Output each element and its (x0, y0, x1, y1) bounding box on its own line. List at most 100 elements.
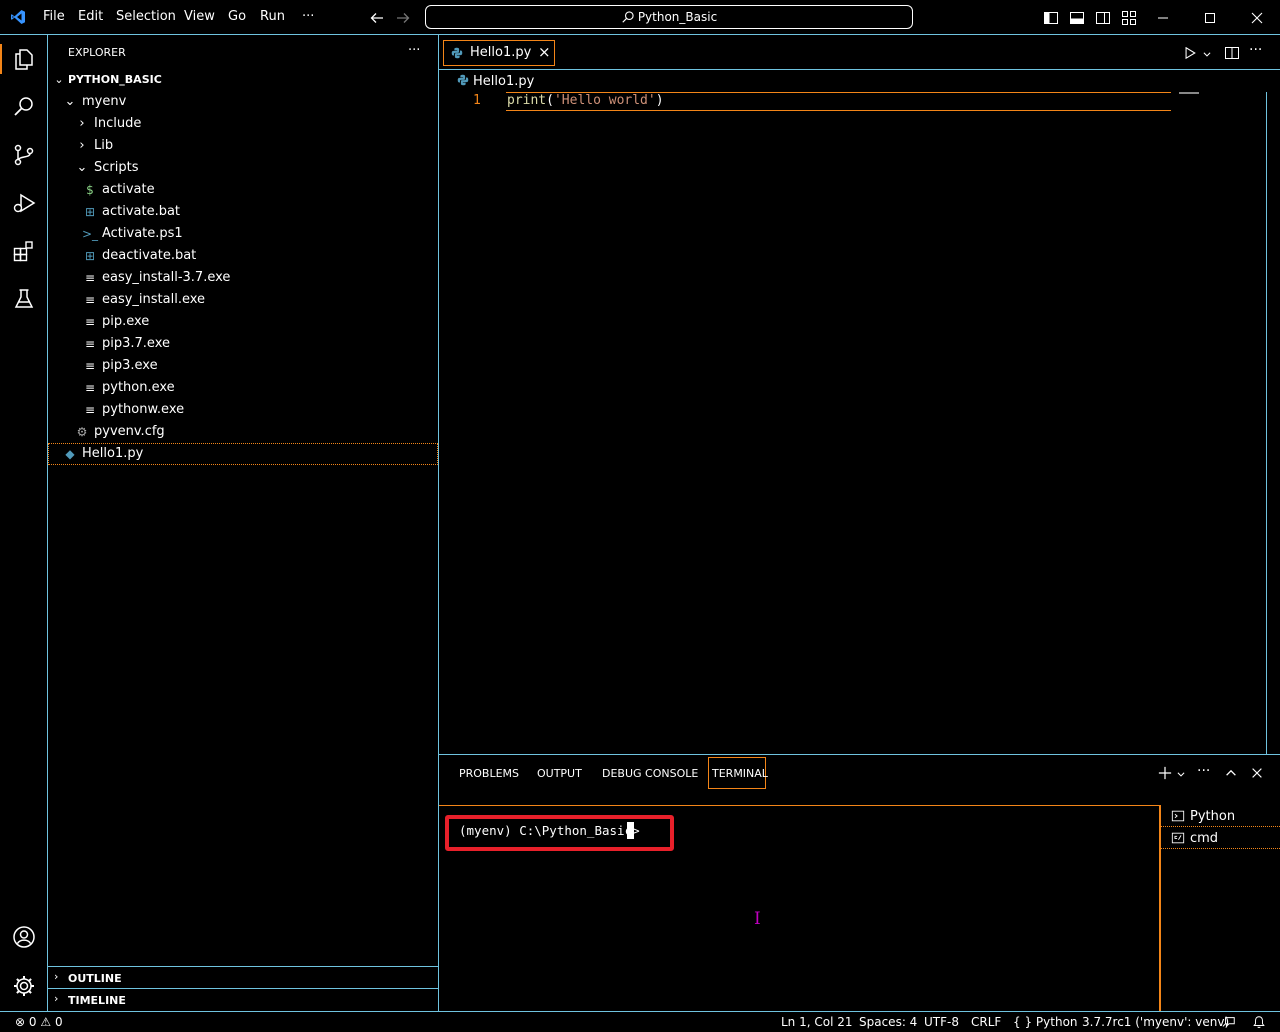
editor-more-actions[interactable]: ··· (1249, 42, 1262, 58)
end-of-line[interactable]: CRLF (971, 1015, 1001, 1029)
toggle-panel-icon[interactable] (1069, 10, 1085, 26)
menu-view[interactable]: View (184, 9, 215, 24)
menu-edit[interactable]: Edit (78, 9, 103, 24)
accounts-icon[interactable] (12, 925, 36, 949)
indentation[interactable]: Spaces: 4 (859, 1015, 917, 1029)
error-icon: ⊗ (15, 1015, 26, 1029)
menu-go[interactable]: Go (228, 9, 246, 24)
menu-more[interactable]: ··· (302, 9, 314, 24)
tree-item-easy-install-exe[interactable]: ≡ easy_install.exe (48, 289, 438, 311)
maximize-window-icon[interactable] (1202, 10, 1218, 26)
feedback-icon[interactable] (1222, 1015, 1236, 1029)
maximize-panel-chevron-up-icon[interactable] (1224, 766, 1238, 780)
close-window-icon[interactable] (1249, 10, 1265, 26)
split-editor-icon[interactable] (1224, 45, 1240, 61)
active-view-indicator (0, 44, 2, 74)
forward-arrow-icon[interactable] (395, 10, 411, 26)
terminal-item-python[interactable]: Python (1161, 805, 1280, 827)
minimize-window-icon[interactable] (1155, 10, 1171, 26)
search-icon (622, 11, 634, 23)
close-panel-icon[interactable] (1250, 766, 1264, 780)
testing-flask-icon[interactable] (12, 287, 36, 311)
toggle-primary-sidebar-icon[interactable] (1043, 10, 1059, 26)
problems-status[interactable]: ⊗ 0 ⚠ 0 (15, 1015, 63, 1029)
terminal-item-cmd[interactable]: cmd (1161, 827, 1280, 849)
tree-item-pythonw-exe[interactable]: ≡ pythonw.exe (48, 399, 438, 421)
language-label: Python (1035, 1015, 1078, 1029)
vscode-logo-icon[interactable] (10, 9, 26, 25)
menu-run[interactable]: Run (260, 9, 285, 24)
manage-gear-icon[interactable] (12, 974, 36, 998)
timeline-section[interactable]: › TIMELINE (48, 988, 438, 1010)
command-center-search[interactable]: Python_Basic (425, 5, 913, 29)
tree-item-activate-bat[interactable]: ⊞ activate.bat (48, 201, 438, 223)
tree-item-label: pip3.7.exe (102, 336, 170, 351)
workspace-root-label: PYTHON_BASIC (68, 73, 162, 86)
tab-output[interactable]: OUTPUT (537, 767, 582, 780)
search-view-icon[interactable] (12, 95, 36, 119)
tree-item-activate-ps1[interactable]: >_ Activate.ps1 (48, 223, 438, 245)
tree-item-myenv[interactable]: ⌄ myenv (48, 91, 438, 113)
new-terminal-plus-icon[interactable] (1158, 766, 1172, 780)
terminal-dropdown-chevron-icon[interactable] (1176, 769, 1186, 779)
terminal-cursor (627, 822, 634, 839)
tree-item-deactivate-bat[interactable]: ⊞ deactivate.bat (48, 245, 438, 267)
tree-item-pip-exe[interactable]: ≡ pip.exe (48, 311, 438, 333)
toggle-secondary-sidebar-icon[interactable] (1095, 10, 1111, 26)
tree-item-include[interactable]: › Include (48, 113, 438, 135)
tree-item-scripts[interactable]: ⌄ Scripts (48, 157, 438, 179)
windows-batch-icon: ⊞ (84, 205, 96, 219)
explorer-more-actions[interactable]: ··· (408, 43, 420, 58)
cursor-position[interactable]: Ln 1, Col 21 (781, 1015, 853, 1029)
code-function: print (507, 93, 547, 108)
terminal-area[interactable]: (myenv) C:\Python_Basic> I (439, 805, 1160, 1011)
editor-tab-bar: Hello1.py × ··· (439, 35, 1280, 70)
file-icon: ≡ (84, 315, 96, 329)
notifications-bell-icon[interactable] (1252, 1015, 1266, 1029)
source-control-icon[interactable] (12, 143, 36, 167)
tree-item-pyvenv-cfg[interactable]: ⚙ pyvenv.cfg (48, 421, 438, 443)
file-icon: ≡ (84, 271, 96, 285)
tab-debug-console[interactable]: DEBUG CONSOLE (602, 767, 698, 780)
panel-more-actions[interactable]: ··· (1197, 763, 1210, 779)
customize-layout-icon[interactable] (1121, 10, 1137, 26)
tab-problems[interactable]: PROBLEMS (459, 767, 519, 780)
tree-item-label: Lib (94, 138, 114, 153)
tree-item-lib[interactable]: › Lib (48, 135, 438, 157)
python-interpreter[interactable]: 3.7.7rc1 ('myenv': venv) (1082, 1015, 1229, 1029)
menu-file[interactable]: File (43, 9, 65, 24)
code-line-1[interactable]: 1 print('Hello world') (439, 92, 1280, 111)
explorer-icon[interactable] (12, 47, 36, 71)
tree-item-label: easy_install-3.7.exe (102, 270, 231, 285)
title-bar: File Edit Selection View Go Run ··· Pyth… (0, 0, 1280, 35)
error-count: 0 (28, 1015, 37, 1029)
tab-terminal[interactable]: TERMINAL (708, 757, 768, 789)
python-file-icon (451, 47, 463, 59)
encoding[interactable]: UTF-8 (924, 1015, 959, 1029)
tab-hello1-py[interactable]: Hello1.py × (443, 40, 555, 66)
outline-section[interactable]: › OUTLINE (48, 966, 438, 988)
workspace-root[interactable]: ⌄ PYTHON_BASIC (48, 69, 438, 91)
tab-close-icon[interactable]: × (538, 43, 551, 61)
code-paren-open: ( (546, 93, 554, 108)
extensions-icon[interactable] (12, 239, 36, 263)
tree-item-python-exe[interactable]: ≡ python.exe (48, 377, 438, 399)
tree-item-easy-install-3-7-exe[interactable]: ≡ easy_install-3.7.exe (48, 267, 438, 289)
file-icon: ≡ (84, 403, 96, 417)
tree-item-hello1-py[interactable]: ◆ Hello1.py (48, 443, 438, 465)
language-mode[interactable]: { } Python (1013, 1015, 1078, 1029)
run-dropdown-chevron-icon[interactable] (1202, 49, 1212, 59)
shell-script-icon: $ (86, 183, 94, 197)
editor-scrollbar[interactable] (1266, 92, 1280, 754)
run-python-file-icon[interactable] (1183, 46, 1197, 60)
back-arrow-icon[interactable] (369, 10, 385, 26)
code-text: print('Hello world') (507, 93, 664, 108)
tree-item-label: Include (94, 116, 142, 131)
tree-item-activate[interactable]: $ activate (48, 179, 438, 201)
tree-item-pip3-exe[interactable]: ≡ pip3.exe (48, 355, 438, 377)
breadcrumb[interactable]: Hello1.py (457, 74, 534, 89)
run-and-debug-icon[interactable] (12, 191, 36, 215)
tree-item-pip3-7-exe[interactable]: ≡ pip3.7.exe (48, 333, 438, 355)
breadcrumb-file: Hello1.py (473, 74, 535, 89)
menu-selection[interactable]: Selection (116, 9, 176, 24)
